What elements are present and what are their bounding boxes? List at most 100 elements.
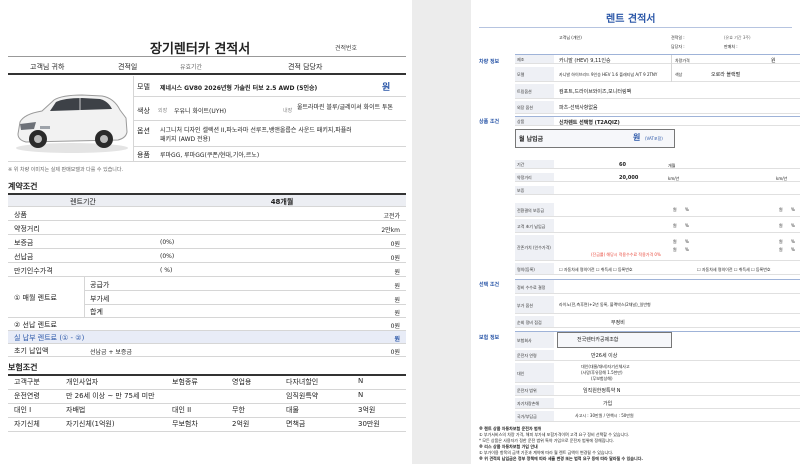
insurer-label: 보험회사 <box>517 338 532 343</box>
page-title: 장기렌터카 견적서 <box>150 42 251 57</box>
won-unit: 원 <box>673 247 677 252</box>
contract-section-title: 계약조건 <box>8 182 38 191</box>
won-unit: 원 <box>673 239 677 244</box>
insurance-cell-label: 무보험차 <box>172 420 198 428</box>
term-row7-label: 명의(등록) <box>517 267 535 272</box>
term-km-value: 20,000 <box>619 175 639 181</box>
prepay-label: 선납금 <box>14 253 34 261</box>
driver-scope-value: 임직원한정특약 N <box>583 388 621 394</box>
insurance-cell-label: 임직원특약 <box>286 392 319 400</box>
residual-label: 만기인수가격 <box>14 267 53 275</box>
deductible-label: 국가/부담금 <box>517 414 537 419</box>
driver-age-label: 운전자 연령 <box>517 353 537 358</box>
exterior-value: 우유니 화이트(UYH) <box>174 108 227 115</box>
percent-unit: % <box>791 239 795 244</box>
insurance-cell-label: 면책금 <box>286 420 306 428</box>
registration-check-b[interactable]: ☐ 자동차세 명의이전 ☐ 취득세 ☐ 등록번호 <box>697 267 771 273</box>
percent-unit: % <box>685 239 689 244</box>
insurance-cell-value: 2억원 <box>232 420 250 428</box>
insurance-cell-label: 보험종류 <box>172 378 198 386</box>
insurance-cell-value: 무한 <box>232 406 245 414</box>
residual-value: 원 <box>394 269 400 276</box>
percent-unit: % <box>791 207 795 212</box>
maint-fee-label: 정비 수수료 결정 <box>517 285 546 290</box>
term-period-unit: 개월 <box>668 163 676 168</box>
monthly-payment-note: (VAT포함) <box>645 136 663 141</box>
insurance-cell-value: N <box>358 391 364 399</box>
right-date-label: 견적일 : <box>671 35 685 40</box>
won-unit: 원 <box>779 247 783 252</box>
initial-payment-sub: 선납금 + 보증금 <box>90 349 132 356</box>
percent-unit: % <box>791 247 795 252</box>
deductible-value: 사고시 : 30만원 / 면책시 : 50만원 <box>575 413 634 418</box>
term-km-unit-a: km/년 <box>668 176 680 181</box>
extra-option-label: 부가 옵션 <box>517 303 533 308</box>
vehicle-price-label: 차량가격 <box>675 58 690 63</box>
supply-label: 공급가 <box>90 281 110 289</box>
insurance-cell-value: 자기신체(1억원) <box>66 420 115 428</box>
right-manager-label: 담당자 : <box>671 44 685 49</box>
supply-value: 원 <box>394 283 400 290</box>
trim-value: 컴포트,드라이브와이즈,모니터링팩 <box>559 89 632 95</box>
driver-scope-label: 운전자 범위 <box>517 388 537 393</box>
maker-value: 카니발 (HEV) 9,11인승 <box>559 58 611 64</box>
prepaid-rent-label: ② 선납 렌트료 <box>14 321 57 329</box>
percent-unit: % <box>685 223 689 228</box>
model-label: 모델 <box>137 83 150 91</box>
image-notice: ※ 위 차량 이미지는 실제 판매모델과 다를 수 있습니다. <box>8 167 124 173</box>
quote-date-label: 견적일 <box>118 63 138 71</box>
mileage-value: 2만km <box>381 227 400 234</box>
residual-pct: ( %) <box>160 267 173 274</box>
insurance-cell-label: 대물 <box>286 406 299 414</box>
percent-unit: % <box>791 223 795 228</box>
insurance-cell-label: 자기신체 <box>14 420 40 428</box>
insurance-cell-value: 만 26세 이상 ~ 만 75세 미만 <box>66 392 155 400</box>
won-unit: 원 <box>779 223 783 228</box>
initial-payment-value: 0원 <box>390 349 400 356</box>
customer-name-label: 고객님 귀하 <box>30 63 65 71</box>
rent-quote: 렌트 견적서 고객님 (개인) 견적일 : (유효 기간 3주) 담당자 : 판… <box>471 0 800 464</box>
insurance-cell-label: 대인 II <box>172 406 192 414</box>
monthly-payment-label: 월 납입금 <box>519 136 544 143</box>
insurance-cell-value: N <box>358 377 364 385</box>
self-damage-label: 자기차량손해 <box>517 401 540 406</box>
price-unit: 원 <box>382 83 391 93</box>
residual-note: (잔금률) 해당시 적용수수료 적용가격 0% <box>591 252 661 257</box>
trim-label: 트림옵션 <box>517 89 532 94</box>
term-km-unit-b: km/년 <box>776 176 788 181</box>
insurance-cell-label: 대인 I <box>14 406 32 414</box>
insurance-cell-value: 개인사업자 <box>66 378 99 386</box>
service-label: 순회 정비 점검 <box>517 320 542 325</box>
product-value: 고전가 <box>383 213 400 220</box>
service-value: 무정비 <box>611 320 625 326</box>
insurance-cell-value: 자배법 <box>66 406 86 414</box>
exterior-color-value: 오로라 블랙펄 <box>711 72 741 78</box>
insurance-section-title: 보험조건 <box>8 363 38 372</box>
quote-number-label: 견적번호 <box>335 45 358 52</box>
term-period-value: 60 <box>619 162 626 168</box>
option-value-line2: 패키지 (AWD 전용) <box>160 136 211 143</box>
deposit-pct: (0%) <box>160 239 175 246</box>
model-value-r: 카니발 하이브리드 9인승 HEV 1.6 플래티넘 A/T 9 2TNY <box>559 72 658 77</box>
right-customer-label: 고객님 (개인) <box>559 35 582 40</box>
bodily-label: 대인 <box>517 371 525 376</box>
manager-label: 견적 담당자 <box>288 63 323 71</box>
registration-check-a[interactable]: ☐ 자동차세 명의이전 ☐ 취득세 ☐ 등록번호 <box>559 267 633 273</box>
insurance-cell-value: 영업용 <box>232 378 252 386</box>
monthly-sum-label: 합계 <box>90 308 103 316</box>
actual-rent-label: 실 납부 렌트료 (① - ②) <box>14 334 85 342</box>
model-value: 제네시스 GV80 2026년형 가솔린 터보 2.5 AWD (5인승) <box>160 85 318 92</box>
product-label: 상품 <box>14 211 27 219</box>
prepay-pct: (0%) <box>160 253 175 260</box>
insurance-cell-value: 30만원 <box>358 420 380 428</box>
exterior-label: 외장 <box>158 108 168 114</box>
interior-label: 내장 <box>283 108 293 114</box>
percent-unit: % <box>685 247 689 252</box>
prepaid-rent-value: 0원 <box>390 323 400 330</box>
term-row5-label: 고객 초기 납입금 <box>517 224 546 229</box>
vehicle-image <box>16 94 128 153</box>
won-unit: 원 <box>673 223 677 228</box>
valid-period-label: 유효기간 <box>180 64 203 71</box>
vehicle-price-value: 원 <box>771 58 776 64</box>
right-page-title: 렌트 견적서 <box>606 14 656 25</box>
